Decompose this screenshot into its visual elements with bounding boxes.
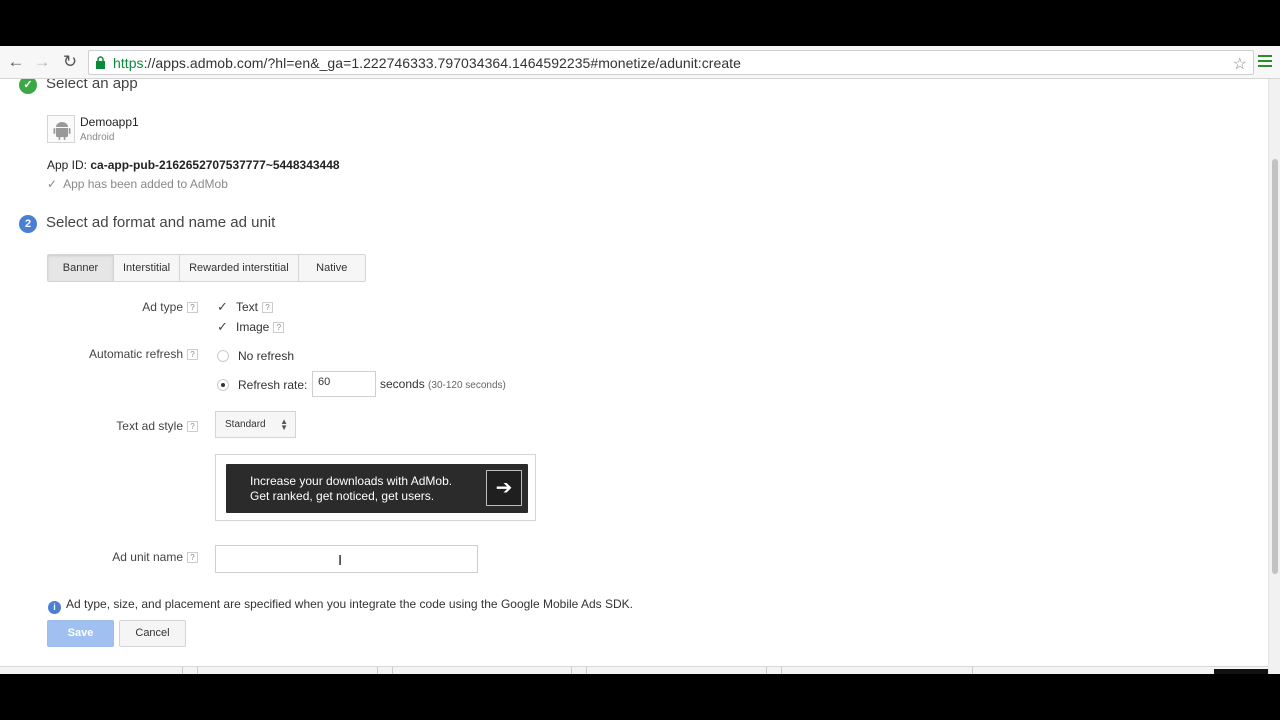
app-platform: Android <box>80 132 115 143</box>
browser-toolbar: ← → ↻ https://apps.admob.com/?hl=en&_ga=… <box>0 46 1280 79</box>
info-icon: i <box>48 601 61 614</box>
forward-icon[interactable]: → <box>33 53 51 71</box>
ad-preview-banner: Increase your downloads with AdMob. Get … <box>226 464 528 513</box>
ad-unit-name-input[interactable] <box>215 545 478 573</box>
app-id: App ID: ca-app-pub-2162652707537777~5448… <box>47 158 340 172</box>
help-icon[interactable]: ? <box>273 322 285 334</box>
info-message: i Ad type, size, and placement are specif… <box>48 597 633 614</box>
ad-preview-line2: Get ranked, get noticed, get users. <box>250 489 435 503</box>
help-icon[interactable]: ? <box>187 302 198 314</box>
help-icon[interactable]: ? <box>187 421 198 433</box>
arrow-right-icon: ➔ <box>486 470 522 506</box>
select-arrows-icon: ▲ ▼ <box>280 417 288 432</box>
help-icon[interactable]: ? <box>187 349 198 361</box>
browser-menu-icon[interactable] <box>1258 55 1272 69</box>
image-option: Image? <box>236 320 285 334</box>
app-added-status: ✓ App has been added to AdMob <box>47 177 228 191</box>
back-icon[interactable]: ← <box>7 53 25 71</box>
ad-preview-line1: Increase your downloads with AdMob. <box>250 474 453 488</box>
checkmark-icon: ✓ <box>47 177 58 191</box>
ad-type-label: Ad type? <box>100 300 198 314</box>
text-ad-style-label: Text ad style? <box>90 419 198 433</box>
lock-icon <box>96 56 105 69</box>
tab-interstitial[interactable]: Interstitial <box>114 255 181 281</box>
refresh-rate-radio[interactable] <box>217 379 229 391</box>
app-name: Demoapp1 <box>80 115 139 129</box>
text-option: Text? <box>236 300 274 314</box>
refresh-rate-label: Refresh rate: <box>238 378 308 392</box>
automatic-refresh-label: Automatic refresh? <box>60 347 198 361</box>
tab-native[interactable]: Native <box>299 255 365 281</box>
no-refresh-radio[interactable] <box>217 350 229 362</box>
cancel-button[interactable]: Cancel <box>119 620 186 647</box>
address-bar[interactable]: https://apps.admob.com/?hl=en&_ga=1.2227… <box>88 50 1254 75</box>
help-icon[interactable]: ? <box>187 552 198 564</box>
app-icon <box>47 115 75 143</box>
ad-format-tabs: Banner Interstitial Rewarded interstitia… <box>47 254 366 282</box>
browser-window: ← → ↻ https://apps.admob.com/?hl=en&_ga=… <box>0 46 1280 674</box>
no-refresh-label: No refresh <box>238 349 295 363</box>
save-button[interactable]: Save <box>47 620 114 647</box>
scrollbar-thumb[interactable] <box>1272 159 1278 574</box>
step1-title: Select an app <box>46 79 138 92</box>
ad-unit-name-label: Ad unit name? <box>80 550 198 564</box>
reload-icon[interactable]: ↻ <box>61 53 79 71</box>
tab-rewarded-interstitial[interactable]: Rewarded interstitial <box>180 255 299 281</box>
image-checkbox[interactable]: ✓ <box>217 320 229 333</box>
seconds-label: seconds (30-120 seconds) <box>380 377 506 391</box>
bookmark-star-icon[interactable]: ☆ <box>1233 54 1247 74</box>
android-icon <box>53 122 71 140</box>
ad-preview: Increase your downloads with AdMob. Get … <box>215 454 536 521</box>
vertical-scrollbar[interactable] <box>1268 79 1280 674</box>
text-cursor-icon: I <box>338 552 343 569</box>
taskbar-fragment <box>1214 669 1268 674</box>
step-done-check-icon: ✓ <box>19 79 37 94</box>
refresh-rate-input[interactable]: 60 <box>312 371 376 397</box>
step2-badge: 2 <box>19 215 37 233</box>
step2-title: Select ad format and name ad unit <box>46 214 276 231</box>
text-checkbox[interactable]: ✓ <box>217 300 229 313</box>
text-ad-style-select[interactable]: Standard ▲ ▼ <box>215 411 296 438</box>
page-content: ✓ Select an app Demoapp1 Android App ID:… <box>0 79 1268 674</box>
footer-bar <box>0 666 1268 674</box>
help-icon[interactable]: ? <box>262 302 274 314</box>
url-text: https://apps.admob.com/?hl=en&_ga=1.2227… <box>113 55 741 71</box>
tab-banner[interactable]: Banner <box>48 255 114 281</box>
